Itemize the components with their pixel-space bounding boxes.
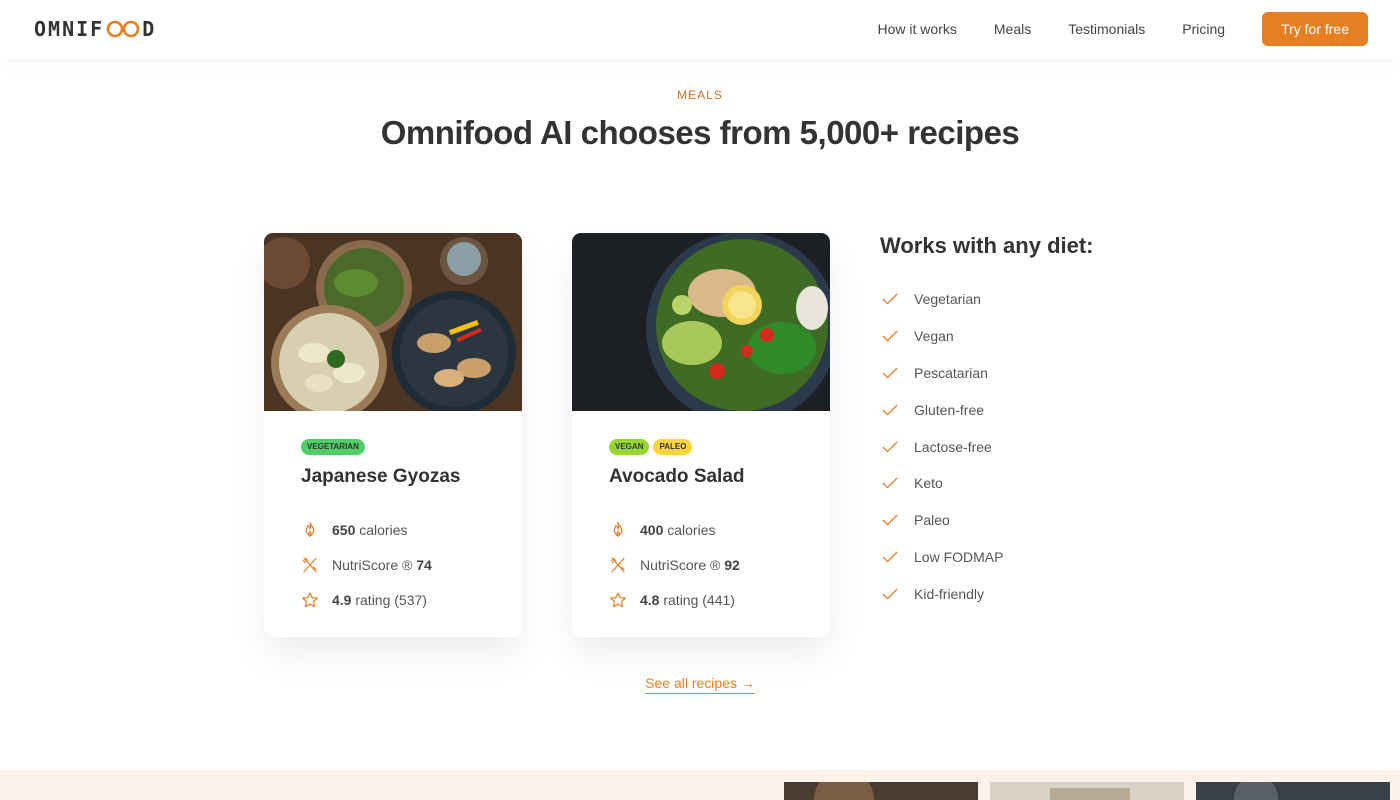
meal-attributes: 400 calories NutriScore ® 92 4.8 rating … [609, 512, 798, 617]
site-header: OMNIF D How it works Meals Testimonials … [0, 0, 1400, 58]
nutriscore-value: 92 [724, 556, 740, 573]
meal-card-body: VEGAN PALEO Avocado Salad 400 calories N… [572, 411, 830, 617]
section-heading: Omnifood AI chooses from 5,000+ recipes [380, 114, 1020, 151]
nav-meals[interactable]: Meals [994, 21, 1031, 37]
diet-label: Gluten-free [914, 401, 985, 418]
calories-label: calories [667, 521, 716, 538]
nav-how-it-works[interactable]: How it works [878, 21, 957, 37]
nav-pricing[interactable]: Pricing [1182, 21, 1225, 37]
rating-label: rating (537) [355, 591, 427, 608]
utensils-icon [302, 557, 317, 572]
calories-value: 400 [640, 521, 664, 538]
diet-item: Kid-friendly [880, 575, 1180, 612]
check-icon [882, 514, 898, 526]
check-icon [882, 294, 898, 305]
nutriscore-label: NutriScore ® [640, 556, 721, 573]
calories-value: 650 [332, 521, 356, 538]
diet-label: Kid-friendly [914, 585, 985, 602]
tag-paleo: PALEO [653, 439, 693, 455]
nutriscore-text: NutriScore ® 92 [640, 557, 740, 573]
meal-title: Japanese Gyozas [301, 466, 461, 487]
meal-nutriscore: NutriScore ® 92 [609, 547, 798, 582]
all-recipes-container: See all recipes → [0, 673, 1400, 694]
see-all-recipes-link[interactable]: See all recipes → [645, 675, 755, 694]
star-icon [610, 591, 626, 607]
nutriscore-label: NutriScore ® [332, 556, 413, 573]
rating-text: 4.9 rating (537) [332, 592, 427, 608]
nav-testimonials[interactable]: Testimonials [1068, 21, 1145, 37]
diet-item: Gluten-free [880, 391, 1180, 428]
check-icon [882, 478, 898, 489]
meal-tags: VEGAN PALEO [609, 439, 798, 455]
rating-value: 4.8 [640, 591, 660, 608]
calories-text: 400 calories [640, 522, 716, 538]
diet-label: Paleo [914, 512, 950, 529]
meal-calories: 650 calories [301, 512, 490, 547]
diet-label: Low FODMAP [914, 548, 1004, 565]
gallery-image [1196, 782, 1390, 800]
infinity-logo-icon [106, 20, 140, 38]
gallery-image [784, 782, 978, 800]
flame-icon [305, 521, 315, 537]
flame-icon [613, 521, 623, 537]
gyozas-image [264, 233, 522, 411]
nutriscore-text: NutriScore ® 74 [332, 557, 432, 573]
main-nav: How it works Meals Testimonials Pricing … [878, 12, 1368, 46]
rating-value: 4.9 [332, 591, 352, 608]
logo-text-left: OMNIF [34, 17, 105, 41]
diet-item: Pescatarian [880, 355, 1180, 392]
diet-item: Vegetarian [880, 281, 1180, 318]
meal-rating: 4.8 rating (441) [609, 582, 798, 617]
check-icon [882, 588, 898, 600]
calories-label: calories [359, 521, 408, 538]
meal-card-avocado-salad[interactable]: VEGAN PALEO Avocado Salad 400 calories N… [572, 233, 830, 637]
meal-card-body: VEGETARIAN Japanese Gyozas 650 calories … [264, 411, 522, 617]
star-icon [302, 591, 318, 607]
omnifood-logo[interactable]: OMNIF D [34, 17, 156, 41]
avocado-salad-image [572, 233, 830, 411]
logo-text-right: D [142, 17, 157, 41]
check-icon [882, 330, 898, 342]
meal-rating: 4.9 rating (537) [301, 582, 490, 617]
try-for-free-button[interactable]: Try for free [1262, 12, 1368, 46]
check-icon [882, 404, 898, 416]
gallery-strip [784, 782, 1390, 800]
diet-label: Vegan [914, 328, 954, 345]
diet-item: Paleo [880, 502, 1180, 539]
diet-item: Vegan [880, 318, 1180, 355]
gallery-image [990, 782, 1184, 800]
rating-label: rating (441) [663, 591, 735, 608]
diet-label: Pescatarian [914, 364, 988, 381]
utensils-icon [610, 557, 625, 572]
diets-title: Works with any diet: [880, 233, 1094, 258]
meal-card-japanese-gyozas[interactable]: VEGETARIAN Japanese Gyozas 650 calories … [264, 233, 522, 637]
tag-vegan: VEGAN [609, 439, 650, 455]
meal-nutriscore: NutriScore ® 74 [301, 547, 490, 582]
nutriscore-value: 74 [416, 556, 432, 573]
meal-tags: VEGETARIAN [301, 439, 490, 455]
rating-text: 4.8 rating (441) [640, 592, 735, 608]
diet-list: Vegetarian Vegan Pescatarian Gluten-free… [880, 281, 1180, 612]
calories-text: 650 calories [332, 522, 408, 538]
check-icon [882, 441, 898, 452]
diet-label: Lactose-free [914, 438, 992, 455]
diet-item: Low FODMAP [880, 539, 1180, 576]
check-icon [882, 551, 898, 563]
diet-label: Vegetarian [914, 291, 981, 308]
diets-panel: Works with any diet: Vegetarian Vegan Pe… [880, 233, 1180, 612]
section-subheading: MEALS [677, 88, 723, 102]
meal-calories: 400 calories [609, 512, 798, 547]
diet-label: Keto [914, 475, 943, 492]
check-icon [882, 367, 898, 379]
diet-item: Lactose-free [880, 428, 1180, 465]
meal-title: Avocado Salad [609, 466, 745, 487]
tag-vegetarian: VEGETARIAN [301, 439, 365, 455]
diet-item: Keto [880, 465, 1180, 502]
meal-attributes: 650 calories NutriScore ® 74 4.9 rating … [301, 512, 490, 617]
